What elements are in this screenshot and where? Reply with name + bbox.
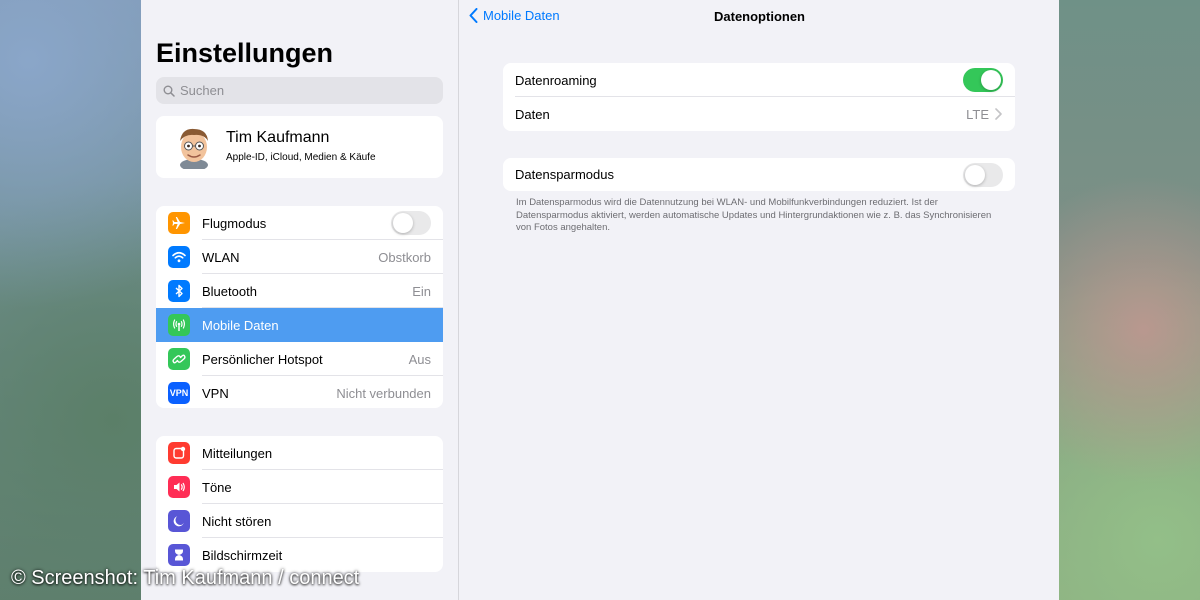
notifications-icon (168, 442, 190, 464)
sidebar-title: Einstellungen (156, 38, 334, 68)
watermark: © Screenshot: Tim Kaufmann / connect (11, 567, 360, 589)
chevron-left-icon (469, 8, 478, 23)
sidebar-item-vpn[interactable]: VPN VPN Nicht verbunden (156, 376, 443, 408)
detail-pane: Datenoptionen Mobile Daten Datenroaming … (460, 0, 1059, 600)
sidebar-item-label: Töne (202, 479, 232, 495)
profile-subtitle: Apple-ID, iCloud, Medien & Käufe (226, 152, 376, 163)
wifi-icon (168, 246, 190, 268)
speaker-icon (168, 476, 190, 498)
hotspot-status-value: Aus (408, 351, 431, 367)
sidebar-item-label: WLAN (202, 249, 240, 265)
datenroaming-label: Datenroaming (515, 72, 597, 88)
profile-name: Tim Kaufmann (226, 129, 330, 146)
sidebar-item-flugmodus[interactable]: Flugmodus (156, 206, 443, 240)
sidebar-item-mitteilungen[interactable]: Mitteilungen (156, 436, 443, 470)
toggle-knob (393, 213, 413, 233)
sidebar-item-label: Bluetooth (202, 283, 257, 299)
airplane-mode-toggle[interactable] (391, 211, 431, 235)
settings-group-notifications: Mitteilungen Töne Nicht stören Bildschir… (156, 436, 443, 572)
back-button-label: Mobile Daten (483, 8, 560, 23)
sidebar-item-bluetooth[interactable]: Bluetooth Ein (156, 274, 443, 308)
profile-card[interactable]: Tim Kaufmann Apple-ID, iCloud, Medien & … (156, 116, 443, 178)
bluetooth-status-value: Ein (412, 283, 431, 299)
search-field[interactable]: Suchen (156, 77, 443, 104)
sidebar-item-mobile-daten[interactable]: Mobile Daten (156, 308, 443, 342)
airplane-icon (168, 212, 190, 234)
data-saver-group: Datensparmodus (503, 158, 1015, 191)
sidebar-item-label: Mobile Daten (202, 317, 279, 333)
row-datenroaming: Datenroaming (503, 63, 1015, 97)
search-placeholder: Suchen (180, 83, 225, 98)
vpn-status-value: Nicht verbunden (336, 385, 431, 401)
wallpaper-left (0, 0, 141, 600)
sidebar-item-label: Nicht stören (202, 513, 272, 529)
moon-icon (168, 510, 190, 532)
sidebar-item-label: Flugmodus (202, 215, 267, 231)
vpn-icon: VPN (168, 382, 190, 404)
wlan-network-value: Obstkorb (378, 249, 431, 265)
sidebar-item-label: Persönlicher Hotspot (202, 351, 323, 367)
sidebar: Einstellungen Suchen Tim Kaufmann Apple-… (141, 0, 459, 600)
datensparmodus-toggle[interactable] (963, 162, 1003, 187)
row-datensparmodus: Datensparmodus (503, 158, 1015, 191)
antenna-icon (168, 314, 190, 336)
sidebar-item-wlan[interactable]: WLAN Obstkorb (156, 240, 443, 274)
data-options-group: Datenroaming Daten LTE (503, 63, 1015, 131)
bluetooth-icon (168, 280, 190, 302)
daten-label: Daten (515, 106, 550, 122)
toggle-knob (981, 70, 1001, 90)
back-button[interactable]: Mobile Daten (469, 8, 560, 23)
daten-value: LTE (966, 106, 989, 122)
sidebar-item-label: Bildschirmzeit (202, 547, 283, 563)
toggle-knob (965, 164, 985, 185)
datensparmodus-footnote: Im Datensparmodus wird die Datennutzung … (516, 197, 992, 233)
wallpaper-right (1059, 0, 1200, 600)
hourglass-icon (168, 544, 190, 566)
chevron-right-icon (995, 108, 1002, 120)
sidebar-item-hotspot[interactable]: Persönlicher Hotspot Aus (156, 342, 443, 376)
avatar (180, 128, 208, 169)
datensparmodus-label: Datensparmodus (515, 167, 614, 182)
sidebar-item-nicht-stoeren[interactable]: Nicht stören (156, 504, 443, 538)
datenroaming-toggle[interactable] (963, 68, 1003, 92)
hotspot-icon (168, 348, 190, 370)
row-daten[interactable]: Daten LTE (503, 97, 1015, 131)
settings-window: Einstellungen Suchen Tim Kaufmann Apple-… (141, 0, 1059, 600)
sidebar-item-label: Mitteilungen (202, 445, 273, 461)
settings-group-connectivity: Flugmodus WLAN Obstkorb Bluetooth Ein Mo… (156, 206, 443, 408)
sidebar-item-toene[interactable]: Töne (156, 470, 443, 504)
search-icon (163, 85, 175, 97)
sidebar-item-label: VPN (202, 385, 229, 401)
